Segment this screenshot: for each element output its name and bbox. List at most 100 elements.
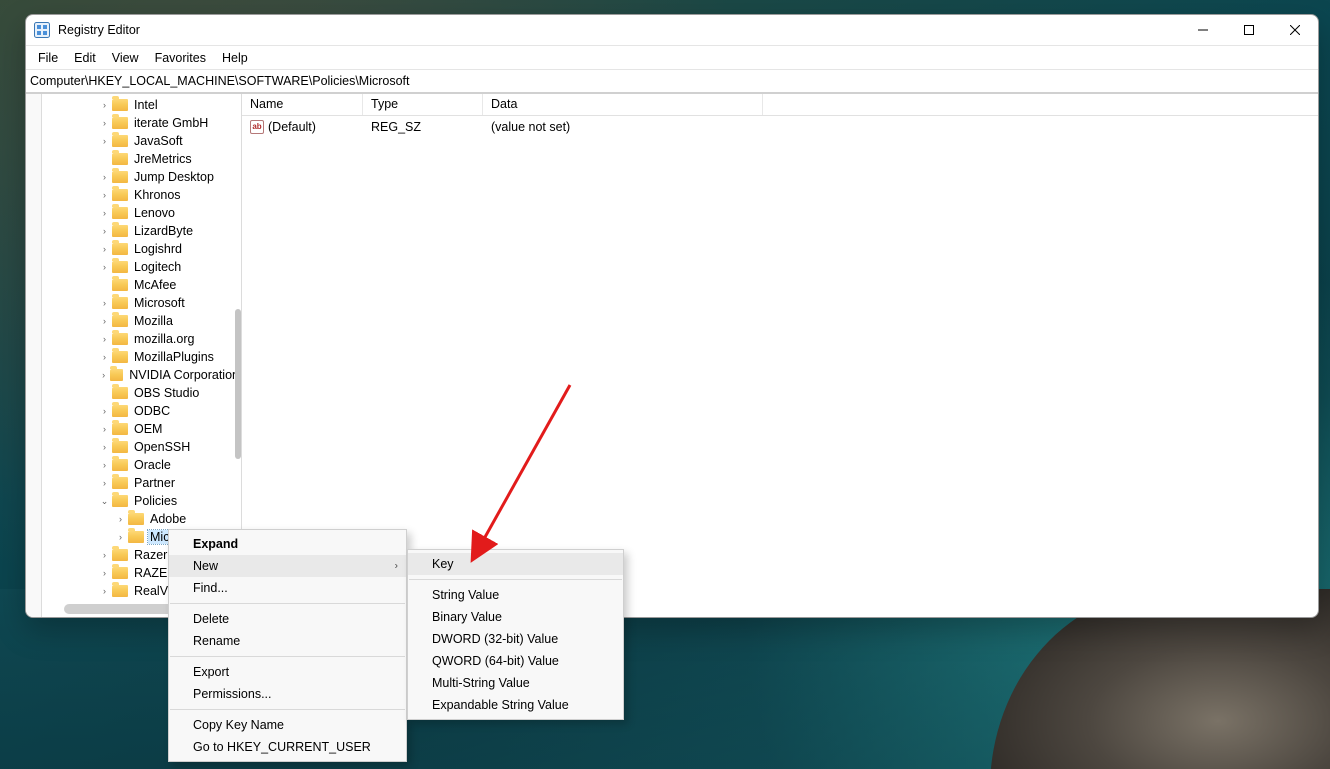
chevron-icon[interactable] (100, 317, 109, 326)
tree-item-javasoft[interactable]: JavaSoft (42, 132, 241, 150)
folder-icon (112, 477, 128, 489)
cm-goto-hkcu[interactable]: Go to HKEY_CURRENT_USER (169, 736, 406, 758)
menu-view[interactable]: View (104, 49, 147, 67)
folder-icon (112, 315, 128, 327)
cm-find[interactable]: Find... (169, 577, 406, 599)
tree-item-openssh[interactable]: OpenSSH (42, 438, 241, 456)
chevron-icon[interactable] (100, 443, 109, 452)
tree-item-oem[interactable]: OEM (42, 420, 241, 438)
chevron-icon[interactable] (100, 299, 109, 308)
tree-item-odbc[interactable]: ODBC (42, 402, 241, 420)
menu-help[interactable]: Help (214, 49, 256, 67)
tree-item-mozilla[interactable]: Mozilla (42, 312, 241, 330)
chevron-icon[interactable] (100, 173, 109, 182)
folder-icon (112, 495, 128, 507)
cm-new-expandable[interactable]: Expandable String Value (408, 694, 623, 716)
minimize-button[interactable] (1180, 15, 1226, 46)
outer-scroll-gutter[interactable] (26, 94, 42, 617)
tree-item-obs-studio[interactable]: OBS Studio (42, 384, 241, 402)
chevron-icon[interactable] (116, 515, 125, 524)
chevron-icon[interactable] (100, 119, 109, 128)
chevron-icon[interactable] (100, 191, 109, 200)
folder-icon (112, 459, 128, 471)
cm-new-string[interactable]: String Value (408, 584, 623, 606)
cm-new-multistring[interactable]: Multi-String Value (408, 672, 623, 694)
menu-edit[interactable]: Edit (66, 49, 104, 67)
folder-icon (112, 189, 128, 201)
column-data[interactable]: Data (483, 94, 763, 115)
menubar: File Edit View Favorites Help (26, 46, 1318, 70)
tree-item-logitech[interactable]: Logitech (42, 258, 241, 276)
tree-item-partner[interactable]: Partner (42, 474, 241, 492)
tree-item-mozilla-org[interactable]: mozilla.org (42, 330, 241, 348)
chevron-icon[interactable] (100, 407, 109, 416)
tree-item-jump-desktop[interactable]: Jump Desktop (42, 168, 241, 186)
chevron-icon[interactable] (100, 587, 109, 596)
values-list[interactable]: ab(Default)REG_SZ(value not set) (242, 116, 1318, 137)
address-bar[interactable]: Computer\HKEY_LOCAL_MACHINE\SOFTWARE\Pol… (26, 70, 1318, 93)
menu-file[interactable]: File (30, 49, 66, 67)
tree-item-policies[interactable]: Policies (42, 492, 241, 510)
chevron-icon[interactable] (100, 497, 109, 506)
chevron-icon[interactable] (100, 245, 109, 254)
chevron-icon[interactable] (100, 371, 107, 380)
chevron-icon[interactable] (116, 533, 125, 542)
cm-expand[interactable]: Expand (169, 533, 406, 555)
tree-item-label: NVIDIA Corporation (129, 368, 239, 382)
maximize-button[interactable] (1226, 15, 1272, 46)
column-type[interactable]: Type (363, 94, 483, 115)
tree-item-oracle[interactable]: Oracle (42, 456, 241, 474)
tree-item-microsoft[interactable]: Microsoft (42, 294, 241, 312)
cm-new-dword[interactable]: DWORD (32-bit) Value (408, 628, 623, 650)
tree-item-adobe[interactable]: Adobe (42, 510, 241, 528)
chevron-icon[interactable] (100, 551, 109, 560)
tree-item-label: OEM (134, 422, 162, 436)
tree-item-label: Razer (134, 548, 167, 562)
folder-icon (112, 567, 128, 579)
tree-item-intel[interactable]: Intel (42, 96, 241, 114)
chevron-icon[interactable] (100, 353, 109, 362)
tree-item-iterate-gmbh[interactable]: iterate GmbH (42, 114, 241, 132)
chevron-icon[interactable] (100, 137, 109, 146)
tree-item-nvidia-corporation[interactable]: NVIDIA Corporation (42, 366, 241, 384)
tree-item-label: Khronos (134, 188, 181, 202)
cm-rename[interactable]: Rename (169, 630, 406, 652)
tree-item-label: Intel (134, 98, 158, 112)
chevron-icon[interactable] (100, 425, 109, 434)
folder-icon (112, 441, 128, 453)
chevron-icon[interactable] (100, 569, 109, 578)
cm-copy-key-name[interactable]: Copy Key Name (169, 714, 406, 736)
cm-delete[interactable]: Delete (169, 608, 406, 630)
cm-new-binary[interactable]: Binary Value (408, 606, 623, 628)
tree-item-mozillaplugins[interactable]: MozillaPlugins (42, 348, 241, 366)
cm-new-key[interactable]: Key (408, 553, 623, 575)
tree-item-logishrd[interactable]: Logishrd (42, 240, 241, 258)
tree-item-label: Partner (134, 476, 175, 490)
folder-icon (112, 117, 128, 129)
tree-item-jremetrics[interactable]: JreMetrics (42, 150, 241, 168)
chevron-icon[interactable] (100, 461, 109, 470)
tree-item-khronos[interactable]: Khronos (42, 186, 241, 204)
chevron-icon[interactable] (100, 335, 109, 344)
cm-export[interactable]: Export (169, 661, 406, 683)
cm-permissions[interactable]: Permissions... (169, 683, 406, 705)
tree-item-lenovo[interactable]: Lenovo (42, 204, 241, 222)
cm-new-qword[interactable]: QWORD (64-bit) Value (408, 650, 623, 672)
chevron-icon[interactable] (100, 101, 109, 110)
tree-item-mcafee[interactable]: McAfee (42, 276, 241, 294)
close-button[interactable] (1272, 15, 1318, 46)
chevron-icon[interactable] (100, 263, 109, 272)
chevron-icon[interactable] (100, 479, 109, 488)
cm-new[interactable]: New (169, 555, 406, 577)
column-name[interactable]: Name (242, 94, 363, 115)
chevron-icon[interactable] (100, 209, 109, 218)
folder-icon (112, 99, 128, 111)
tree-item-label: Microsoft (134, 296, 185, 310)
tree-scrollbar-thumb[interactable] (235, 309, 241, 459)
menu-favorites[interactable]: Favorites (147, 49, 214, 67)
folder-icon (110, 369, 123, 381)
tree-item-lizardbyte[interactable]: LizardByte (42, 222, 241, 240)
address-text: Computer\HKEY_LOCAL_MACHINE\SOFTWARE\Pol… (30, 74, 410, 88)
chevron-icon[interactable] (100, 227, 109, 236)
value-row[interactable]: ab(Default)REG_SZ(value not set) (242, 116, 1318, 137)
